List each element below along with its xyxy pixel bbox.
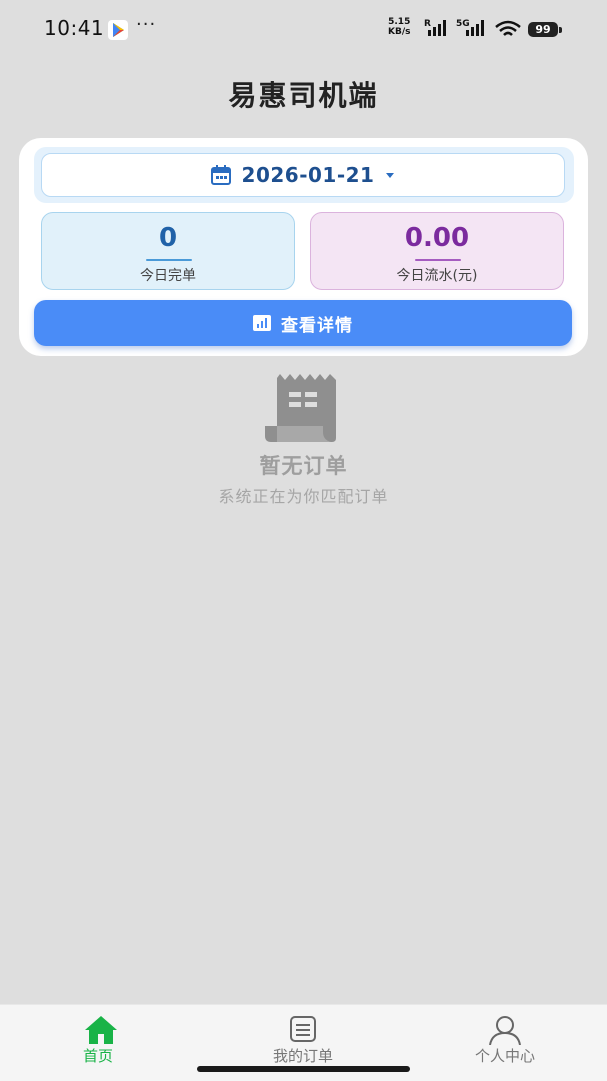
list-icon (290, 1016, 316, 1042)
completed-orders-value: 0 (158, 223, 178, 253)
nav-item-profile[interactable]: 个人中心 (404, 1005, 606, 1081)
signal-icon: R (424, 19, 446, 36)
selected-date: 2026-01-21 (241, 163, 375, 187)
summary-card: 2026-01-21 0 今日完单 0.00 今日流水(元) 查看详情 (19, 138, 588, 356)
date-picker[interactable]: 2026-01-21 (41, 153, 565, 197)
completed-orders-stat: 0 今日完单 (41, 212, 295, 290)
user-icon (489, 1016, 521, 1045)
empty-state-subtitle: 系统正在为你匹配订单 (218, 487, 389, 506)
status-time: 10:41 (44, 16, 105, 40)
battery-icon: 99 (528, 22, 558, 37)
revenue-value: 0.00 (404, 223, 470, 253)
page-title: 易惠司机端 (228, 79, 379, 112)
calendar-icon (210, 165, 231, 185)
receipt-icon (265, 374, 336, 442)
completed-orders-underline (146, 259, 192, 261)
net-speed-value: 5.15 (388, 17, 411, 27)
revenue-label: 今日流水(元) (396, 268, 478, 284)
revenue-stat: 0.00 今日流水(元) (310, 212, 564, 290)
revenue-underline (415, 259, 461, 261)
chart-icon (253, 315, 271, 331)
view-details-label: 查看详情 (281, 315, 353, 336)
more-dots-icon: ··· (136, 14, 157, 35)
signal-2-label: 5G (456, 19, 470, 29)
caret-down-icon (386, 173, 395, 178)
empty-state-title: 暂无订单 (259, 454, 348, 478)
nav-item-home[interactable]: 首页 (0, 1005, 202, 1081)
signal-1-label: R (424, 19, 431, 29)
nav-label-orders: 我的订单 (272, 1047, 333, 1065)
wifi-icon (495, 20, 521, 36)
nav-label-home: 首页 (82, 1047, 113, 1065)
nav-label-profile: 个人中心 (474, 1047, 535, 1065)
view-details-button[interactable]: 查看详情 (34, 300, 572, 346)
battery-tip (559, 27, 562, 33)
date-picker-container: 2026-01-21 (34, 147, 574, 203)
completed-orders-label: 今日完单 (140, 268, 196, 284)
net-speed-unit: KB/s (388, 27, 411, 37)
signal-5g-icon: 5G (456, 19, 484, 36)
play-store-icon (108, 20, 128, 40)
home-indicator[interactable] (197, 1066, 410, 1072)
home-icon (85, 1016, 117, 1044)
status-bar: 10:41 ··· 5.15 KB/s R 5G 99 (0, 0, 607, 58)
net-speed: 5.15 KB/s (388, 17, 410, 37)
